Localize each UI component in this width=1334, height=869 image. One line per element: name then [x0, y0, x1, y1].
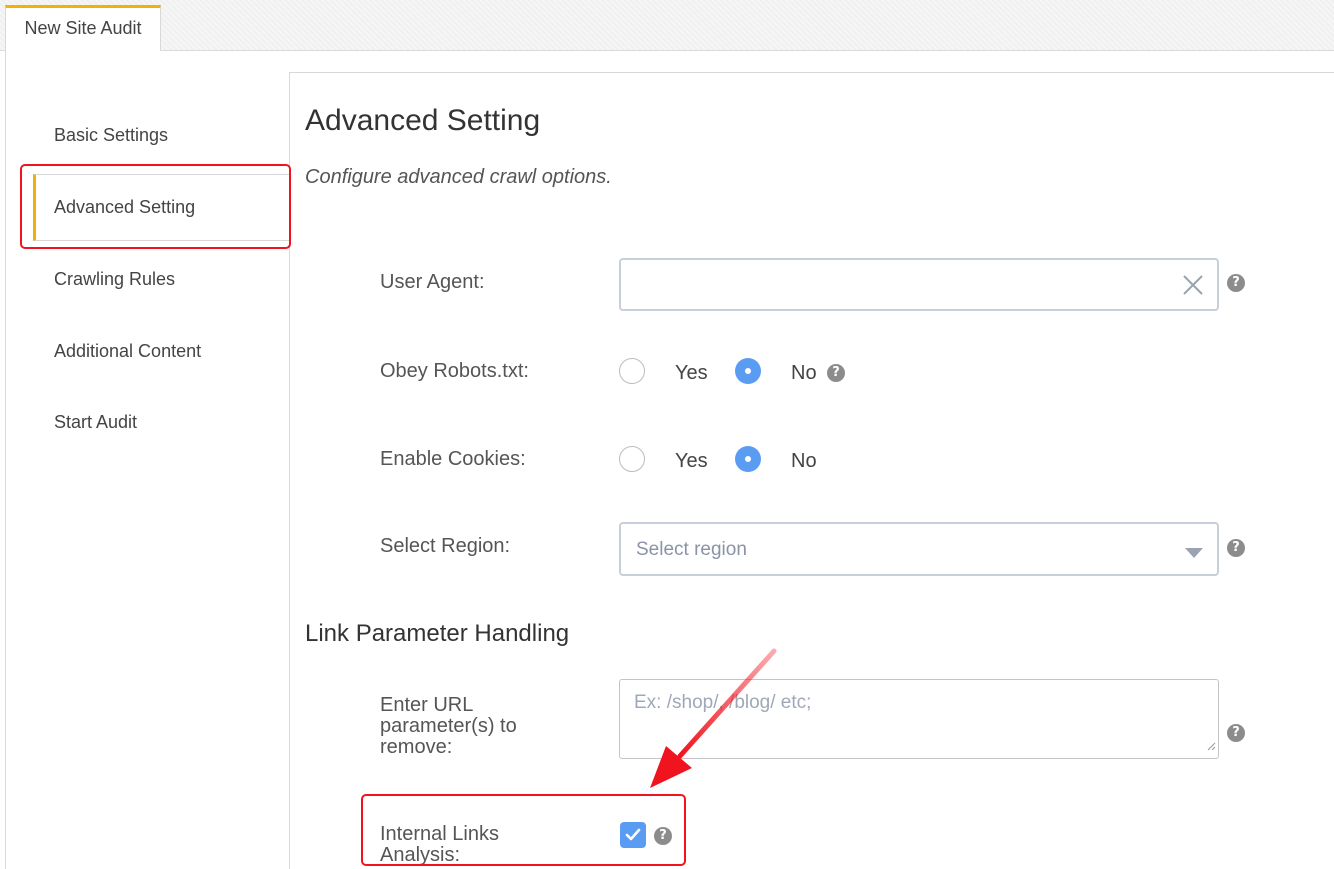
page-title: Advanced Setting: [305, 104, 541, 137]
region-help-icon[interactable]: ?: [1227, 539, 1245, 557]
obey-robots-no-radio[interactable]: [735, 358, 761, 384]
user-agent-field[interactable]: [619, 258, 1219, 311]
obey-robots-label: Obey Robots.txt:: [380, 360, 529, 382]
enable-cookies-no-radio[interactable]: [735, 446, 761, 472]
obey-robots-yes-radio[interactable]: [619, 358, 645, 384]
user-agent-input[interactable]: [635, 274, 1159, 298]
page-subtitle: Configure advanced crawl options.: [305, 166, 612, 188]
tab-label: New Site Audit: [24, 18, 142, 38]
highlight-box-advanced-setting: [20, 164, 291, 249]
enable-cookies-no-label[interactable]: No: [791, 450, 817, 473]
region-placeholder: Select region: [636, 539, 747, 560]
url-params-help-icon[interactable]: ?: [1227, 724, 1245, 742]
obey-robots-no-label[interactable]: No: [791, 362, 817, 385]
resize-handle-icon[interactable]: [1206, 738, 1216, 756]
region-select[interactable]: Select region: [619, 522, 1219, 576]
sidebar-item-start-audit[interactable]: Start Audit: [54, 412, 137, 433]
caret-down-icon[interactable]: [1185, 545, 1203, 563]
user-agent-help-icon[interactable]: ?: [1227, 274, 1245, 292]
tab-new-site-audit[interactable]: New Site Audit: [5, 5, 161, 51]
url-params-label: Enter URL parameter(s) to remove:: [380, 694, 517, 758]
close-icon[interactable]: [1182, 274, 1204, 296]
user-agent-label: User Agent:: [380, 271, 485, 293]
obey-robots-yes-label[interactable]: Yes: [675, 362, 708, 385]
highlight-box-internal-links: [361, 794, 686, 866]
enable-cookies-yes-radio[interactable]: [619, 446, 645, 472]
select-region-label: Select Region:: [380, 535, 511, 557]
sidebar-item-crawling-rules[interactable]: Crawling Rules: [54, 269, 175, 290]
link-parameter-section-title: Link Parameter Handling: [305, 620, 570, 647]
enable-cookies-label: Enable Cookies:: [380, 448, 526, 470]
sidebar-item-basic-settings[interactable]: Basic Settings: [54, 125, 168, 146]
obey-robots-help-icon[interactable]: ?: [827, 364, 845, 382]
enable-cookies-yes-label[interactable]: Yes: [675, 450, 708, 473]
annotation-arrow-icon: [650, 648, 777, 788]
tab-bar: [0, 0, 1334, 51]
sidebar-item-additional-content[interactable]: Additional Content: [54, 341, 201, 362]
